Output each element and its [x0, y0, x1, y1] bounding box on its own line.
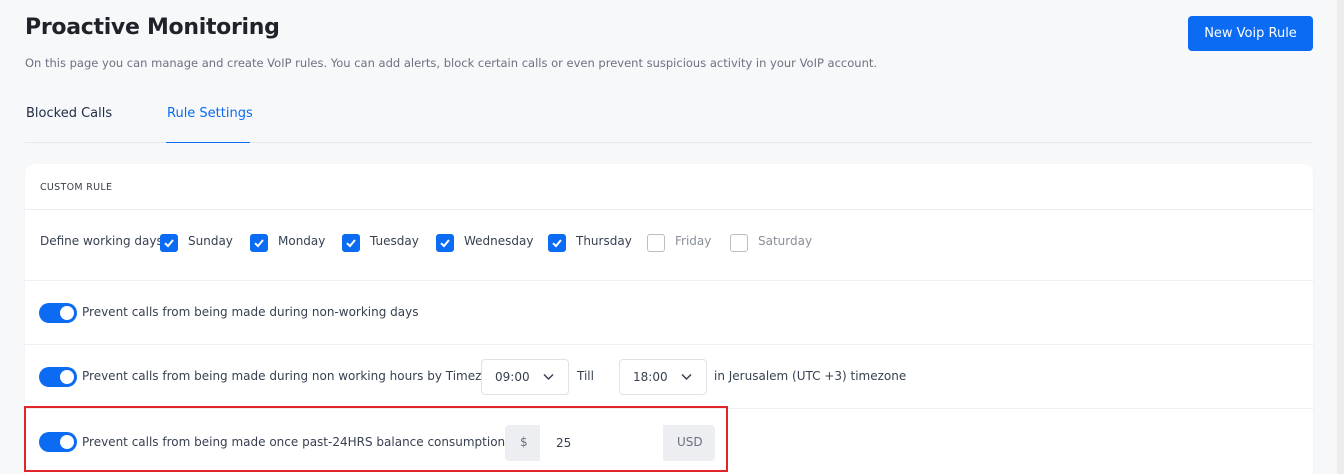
day-label: Friday: [675, 234, 712, 248]
checkbox-checked-icon[interactable]: [342, 234, 360, 252]
toggle-knob: [60, 306, 74, 320]
page-title: Proactive Monitoring: [25, 15, 280, 40]
toggle-nonworking-days[interactable]: [39, 303, 77, 323]
checkbox-checked-icon[interactable]: [436, 234, 454, 252]
working-days-label: Define working days:: [40, 234, 167, 248]
divider: [25, 344, 1313, 345]
divider: [25, 209, 1313, 210]
checkbox-unchecked-icon[interactable]: [730, 234, 748, 252]
chevron-down-icon: [543, 373, 554, 381]
end-time-value: 18:00: [633, 370, 668, 384]
checkbox-unchecked-icon[interactable]: [647, 234, 665, 252]
rule-hours-label: Prevent calls from being made during non…: [82, 369, 532, 383]
new-voip-rule-button[interactable]: New Voip Rule: [1188, 16, 1313, 51]
day-label: Tuesday: [370, 234, 419, 248]
tab-bar: Blocked Calls Rule Settings: [25, 100, 1313, 143]
day-label: Wednesday: [464, 234, 534, 248]
timezone-label: in Jerusalem (UTC +3) timezone: [714, 369, 907, 383]
chevron-down-icon: [681, 373, 692, 381]
day-label: Sunday: [188, 234, 233, 248]
checkbox-checked-icon[interactable]: [160, 234, 178, 252]
divider: [25, 280, 1313, 281]
till-label: Till: [577, 369, 594, 383]
toggle-knob: [60, 370, 74, 384]
toggle-nonworking-hours[interactable]: [39, 367, 77, 387]
scrollbar-track[interactable]: [1337, 0, 1344, 474]
day-label: Monday: [278, 234, 326, 248]
highlight-annotation-box: [24, 406, 728, 472]
day-label: Thursday: [576, 234, 632, 248]
rule-nonworking-days-label: Prevent calls from being made during non…: [82, 305, 419, 319]
end-time-select[interactable]: 18:00: [619, 359, 707, 395]
checkbox-checked-icon[interactable]: [250, 234, 268, 252]
active-tab-indicator: [166, 142, 250, 143]
tab-rule-settings[interactable]: Rule Settings: [167, 106, 253, 121]
day-label: Saturday: [758, 234, 813, 248]
start-time-select[interactable]: 09:00: [481, 359, 569, 395]
card-heading: CUSTOM RULE: [40, 182, 113, 193]
page-subtitle: On this page you can manage and create V…: [25, 56, 878, 70]
checkbox-checked-icon[interactable]: [548, 234, 566, 252]
tab-blocked-calls[interactable]: Blocked Calls: [26, 106, 112, 121]
start-time-value: 09:00: [495, 370, 530, 384]
